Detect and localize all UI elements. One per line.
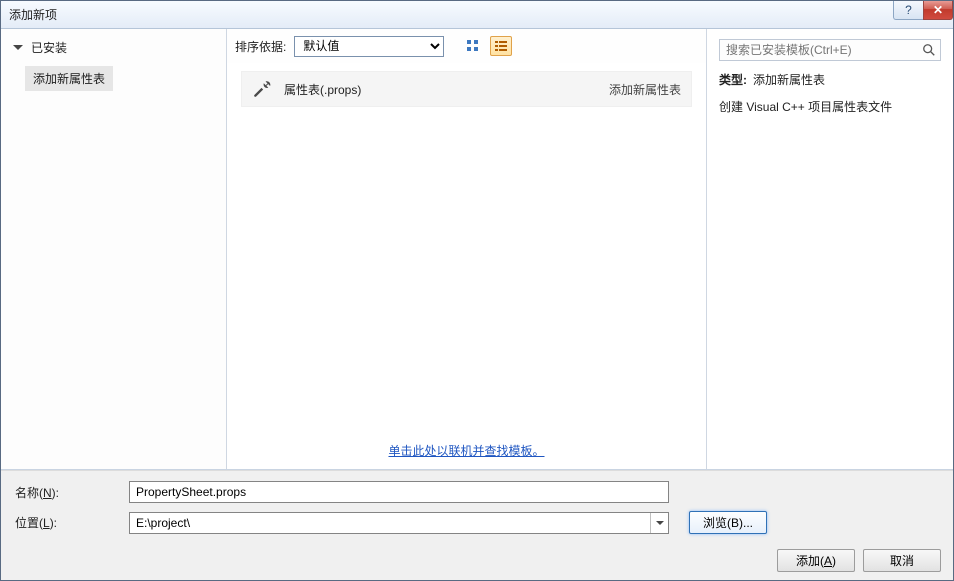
name-row: 名称(N): (15, 481, 939, 503)
tiles-icon (466, 39, 480, 53)
info-type-label: 类型: (719, 71, 747, 88)
toolbar: 排序依据: 默认值 (227, 29, 706, 63)
dialog-window: 添加新项 ? ✕ 已安装 添加新属性表 排序依据: (0, 0, 954, 581)
chevron-down-icon (656, 521, 664, 525)
view-tiles-button[interactable] (462, 36, 484, 56)
location-row: 位置(L): 浏览(B)... (15, 511, 939, 534)
window-controls: ? ✕ (893, 1, 953, 21)
location-combo[interactable] (129, 512, 669, 534)
sidebar-item-property-sheet[interactable]: 添加新属性表 (25, 66, 113, 91)
fields-panel: 名称(N): 位置(L): 浏览(B)... (1, 470, 953, 540)
view-list-button[interactable] (490, 36, 512, 56)
sidebar-item-label: 添加新属性表 (33, 72, 105, 86)
online-templates-link[interactable]: 单击此处以联机并查找模板。 (388, 444, 544, 458)
sort-by-select[interactable]: 默认值 (294, 36, 444, 57)
location-dropdown-button[interactable] (650, 513, 668, 533)
wrench-icon (252, 79, 272, 99)
footer: 添加(A) 取消 (1, 540, 953, 580)
online-templates-wrap: 单击此处以联机并查找模板。 (227, 434, 706, 469)
cancel-button[interactable]: 取消 (863, 549, 941, 572)
close-button[interactable]: ✕ (923, 1, 953, 20)
name-label: 名称(N): (15, 484, 121, 501)
sidebar-group-installed[interactable]: 已安装 (1, 29, 226, 62)
template-item-label: 属性表(.props) (284, 81, 361, 98)
window-title: 添加新项 (9, 6, 57, 23)
location-input[interactable] (130, 513, 650, 533)
close-icon: ✕ (933, 3, 943, 17)
template-item-props[interactable]: 属性表(.props) 添加新属性表 (241, 71, 692, 107)
center-panel: 排序依据: 默认值 (227, 29, 707, 469)
add-button[interactable]: 添加(A) (777, 549, 855, 572)
template-list: 属性表(.props) 添加新属性表 单击此处以联机并查找模板。 (227, 63, 706, 469)
help-icon: ? (905, 3, 912, 17)
info-panel: 类型: 添加新属性表 创建 Visual C++ 项目属性表文件 (707, 29, 953, 469)
info-type-line: 类型: 添加新属性表 (719, 71, 941, 88)
info-description: 创建 Visual C++ 项目属性表文件 (719, 98, 941, 115)
info-description-text: 创建 Visual C++ 项目属性表文件 (719, 98, 892, 115)
search-icon[interactable] (921, 42, 937, 58)
help-button[interactable]: ? (893, 1, 923, 20)
sort-by-label: 排序依据: (235, 38, 286, 55)
sidebar: 已安装 添加新属性表 (1, 29, 227, 469)
search-wrap (719, 39, 941, 61)
name-input[interactable] (129, 481, 669, 503)
browse-button[interactable]: 浏览(B)... (689, 511, 767, 534)
title-bar: 添加新项 ? ✕ (1, 1, 953, 29)
chevron-down-icon (13, 45, 23, 50)
list-icon (494, 39, 508, 53)
main-content: 已安装 添加新属性表 排序依据: 默认值 (1, 29, 953, 470)
template-item-subtitle: 添加新属性表 (609, 81, 681, 98)
sidebar-group-label: 已安装 (31, 39, 67, 56)
location-label: 位置(L): (15, 514, 121, 531)
search-input[interactable] (719, 39, 941, 61)
info-type-value: 添加新属性表 (753, 71, 825, 88)
